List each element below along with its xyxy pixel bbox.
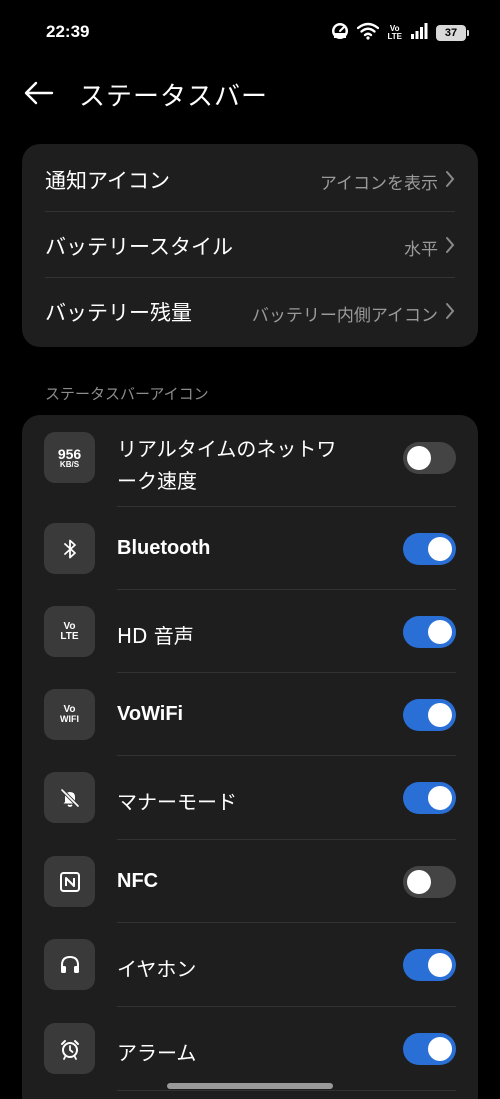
setting-value: バッテリー内側アイコン bbox=[251, 306, 438, 326]
toggle-knob bbox=[428, 953, 452, 977]
toggle-label: VoWiFi bbox=[117, 703, 184, 725]
app-header: ステータスバー bbox=[0, 66, 500, 120]
notification-icons-setting[interactable]: 通知アイコン アイコンを表示 bbox=[22, 146, 478, 212]
vowifi-icon: Vo WIFI bbox=[44, 689, 95, 740]
nfc-toggle[interactable] bbox=[403, 866, 456, 898]
alarm-toggle[interactable] bbox=[403, 1033, 456, 1065]
icon-text-bottom: LTE bbox=[60, 630, 79, 642]
bell-off-icon bbox=[44, 772, 95, 823]
toggle-label: マナーモード bbox=[117, 790, 237, 814]
toggle-row-vowifi: Vo WIFI VoWiFi bbox=[22, 672, 478, 756]
earphones-toggle[interactable] bbox=[403, 949, 456, 981]
icon-text-bottom: WIFI bbox=[60, 714, 79, 724]
network-speed-icon: 956 KB/S bbox=[44, 432, 95, 483]
speedometer-icon bbox=[331, 22, 349, 44]
back-arrow-icon bbox=[24, 81, 54, 105]
bluetooth-icon bbox=[44, 523, 95, 574]
toggle-row-earphones: イヤホン bbox=[22, 922, 478, 1006]
icon-text-top: 956 bbox=[57, 445, 82, 462]
page-title: ステータスバー bbox=[79, 82, 269, 112]
bluetooth-toggle[interactable] bbox=[403, 533, 456, 565]
chevron-right-icon bbox=[446, 303, 455, 319]
hd-voice-toggle[interactable] bbox=[403, 616, 456, 648]
chevron-right-icon bbox=[446, 237, 455, 253]
toggle-label: アラーム bbox=[117, 1041, 197, 1065]
wifi-icon bbox=[357, 22, 380, 44]
toggle-label-line1: リアルタイムのネットワ bbox=[117, 437, 337, 461]
toggle-knob bbox=[428, 1037, 452, 1061]
toggle-knob bbox=[407, 446, 431, 470]
toggle-row-silent-mode: マナーモード bbox=[22, 755, 478, 839]
toggle-row-network-speed: 956 KB/S リアルタイムのネットワ ーク速度 bbox=[22, 415, 478, 499]
toggle-knob bbox=[428, 620, 452, 644]
status-bar-icons-card: 956 KB/S リアルタイムのネットワ ーク速度 Bluetooth Vo L… bbox=[22, 415, 478, 1099]
toggle-knob bbox=[428, 786, 452, 810]
setting-label: バッテリースタイル bbox=[45, 235, 233, 259]
section-title: ステータスバーアイコン bbox=[45, 385, 209, 403]
back-button[interactable] bbox=[22, 78, 56, 108]
toggle-knob bbox=[428, 537, 452, 561]
toggle-label-line2: ーク速度 bbox=[117, 469, 197, 493]
toggle-knob bbox=[428, 703, 452, 727]
signal-icon bbox=[410, 23, 428, 43]
battery-style-setting[interactable]: バッテリースタイル 水平 bbox=[22, 212, 478, 278]
setting-value: 水平 bbox=[404, 240, 438, 260]
setting-label: 通知アイコン bbox=[45, 169, 170, 193]
setting-label: バッテリー残量 bbox=[45, 301, 192, 325]
battery-percentage-setting[interactable]: バッテリー残量 バッテリー内側アイコン bbox=[22, 278, 478, 344]
alarm-icon bbox=[44, 1023, 95, 1074]
icon-text-bottom: KB/S bbox=[59, 459, 80, 469]
headphones-icon bbox=[44, 939, 95, 990]
toggle-label: NFC bbox=[117, 870, 159, 892]
status-bar-settings-card: 通知アイコン アイコンを表示 バッテリースタイル 水平 バッテリー残量 バッテリ… bbox=[22, 144, 478, 347]
network-speed-toggle[interactable] bbox=[403, 442, 456, 474]
toggle-row-bluetooth: Bluetooth bbox=[22, 506, 478, 590]
toggle-knob bbox=[407, 870, 431, 894]
battery-level: 37 bbox=[444, 27, 458, 39]
chevron-right-icon bbox=[446, 171, 455, 187]
divider bbox=[117, 1090, 456, 1091]
toggle-label: イヤホン bbox=[117, 957, 197, 981]
toggle-label: HD 音声 bbox=[117, 624, 194, 648]
silent-mode-toggle[interactable] bbox=[403, 782, 456, 814]
vowifi-toggle[interactable] bbox=[403, 699, 456, 731]
toggle-label: Bluetooth bbox=[117, 537, 211, 559]
toggle-row-alarm: アラーム bbox=[22, 1006, 478, 1090]
volte-status-icon: Vo LTE bbox=[387, 25, 402, 41]
nfc-icon bbox=[44, 856, 95, 907]
volte-icon: Vo LTE bbox=[44, 606, 95, 657]
setting-value: アイコンを表示 bbox=[319, 174, 438, 194]
status-bar: 22:39 Vo LTE 37 bbox=[0, 0, 500, 66]
battery-icon: 37 bbox=[436, 25, 469, 41]
home-indicator[interactable] bbox=[167, 1083, 333, 1089]
volte-bottom-text: LTE bbox=[387, 32, 402, 41]
toggle-label: リアルタイムのネットワ ーク速度 bbox=[117, 433, 336, 497]
status-time: 22:39 bbox=[46, 22, 90, 41]
toggle-row-nfc: NFC bbox=[22, 839, 478, 923]
toggle-row-hd-voice: Vo LTE HD 音声 bbox=[22, 589, 478, 673]
status-icons: Vo LTE 37 bbox=[331, 22, 469, 44]
icon-text-top: Vo bbox=[63, 620, 76, 632]
